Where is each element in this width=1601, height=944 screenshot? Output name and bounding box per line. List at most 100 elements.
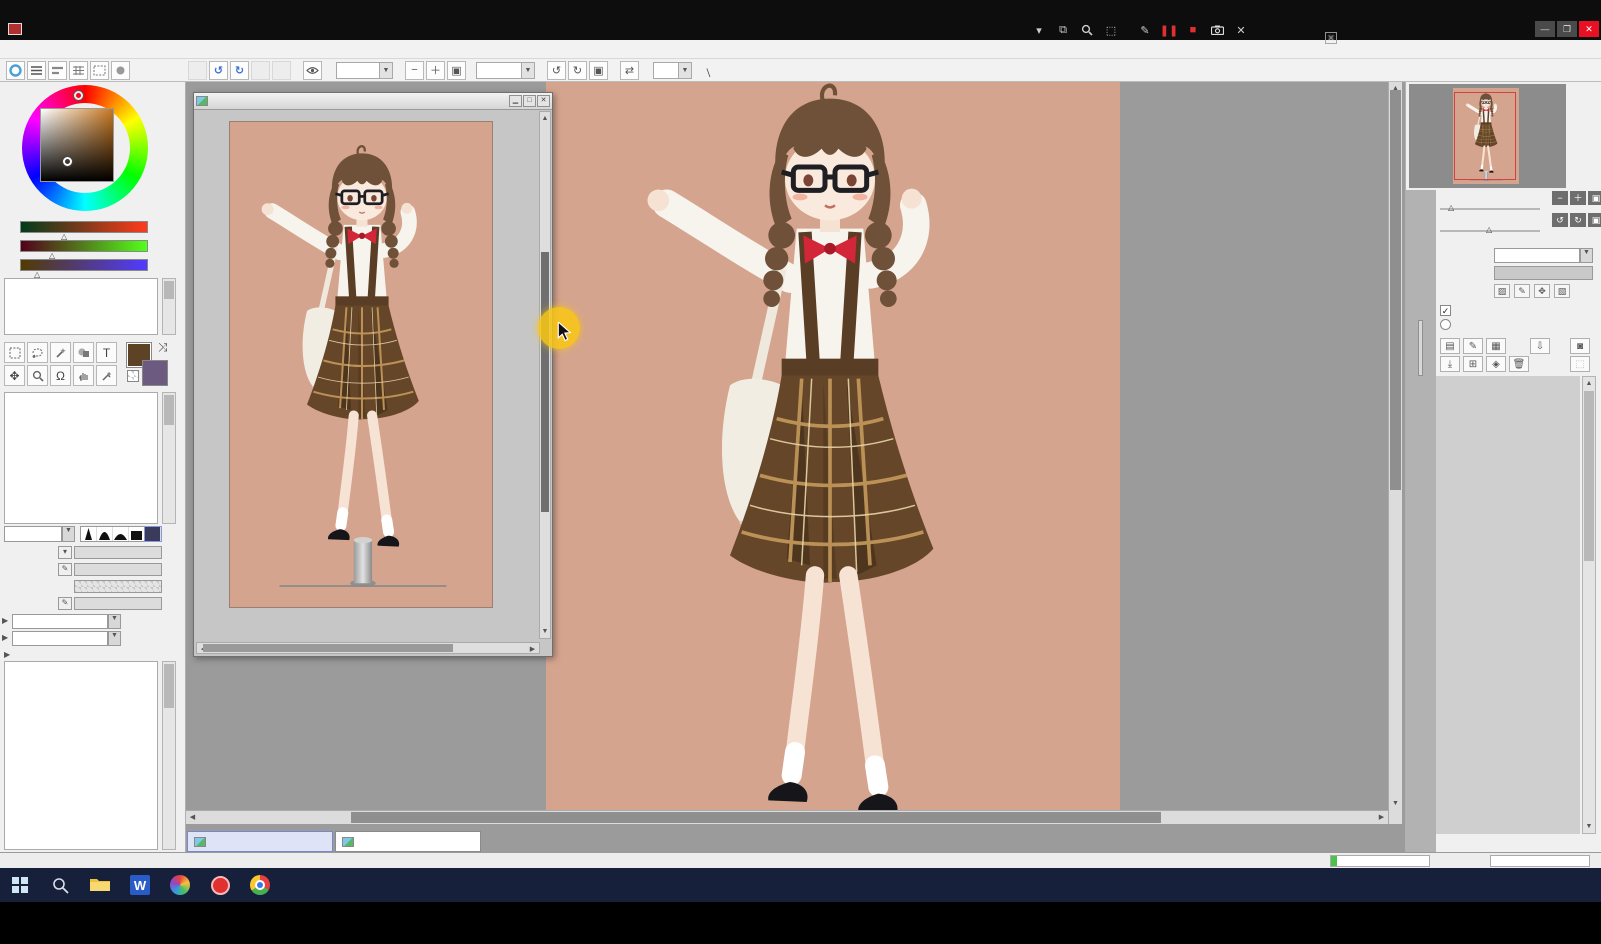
flip-horizontal-icon[interactable]: ⇄	[620, 60, 639, 80]
recorder-zoom-icon[interactable]	[1080, 23, 1094, 37]
nav-rotate-reset-icon[interactable]: ▣	[1588, 213, 1601, 227]
nav-angle-slider[interactable]: △	[1440, 225, 1540, 234]
tip-shape-round[interactable]	[97, 527, 113, 541]
ref-minimize-icon[interactable]: ▁	[509, 95, 522, 107]
nav-zoom-in-icon[interactable]: ＋	[1570, 191, 1586, 205]
recorder-close-icon[interactable]: ✕	[1234, 23, 1248, 37]
layer-blend-mode-select[interactable]	[1494, 248, 1580, 263]
swatches-toggle-icon[interactable]	[69, 60, 88, 80]
ref-maximize-icon[interactable]: □	[523, 95, 536, 107]
sv-handle[interactable]	[63, 157, 72, 166]
secondary-color-chip[interactable]	[142, 360, 168, 386]
min-density-pressure-icon[interactable]: ✎	[58, 597, 72, 610]
recorder-pencil-icon[interactable]: ✎	[1138, 23, 1152, 37]
green-slider[interactable]	[20, 240, 148, 252]
rgb-slider-toggle-icon[interactable]	[27, 60, 46, 80]
lasso-tool-icon[interactable]	[27, 342, 48, 363]
reference-vertical-scrollbar[interactable]: ▲ ▼	[539, 111, 551, 639]
layer-blend-dropdown-icon[interactable]: ▼	[1580, 248, 1593, 263]
selection-source-radio[interactable]	[1440, 319, 1451, 330]
nav-rotate-cw-icon[interactable]: ↻	[1570, 213, 1586, 227]
eyedropper-tool-icon[interactable]	[96, 365, 117, 386]
ref-close-icon[interactable]: ✕	[537, 95, 550, 107]
saturation-value-box[interactable]	[40, 108, 114, 182]
clipping-mask-row[interactable]: ✓	[1440, 303, 1455, 317]
navigator-view-rect[interactable]	[1454, 92, 1516, 180]
lock-transparency-icon[interactable]: ▨	[1494, 284, 1510, 298]
shape-tool-icon[interactable]	[73, 342, 94, 363]
canvas-horizontal-scrollbar[interactable]: ◀ ▶	[186, 810, 1388, 824]
tip-shape-dome[interactable]	[113, 527, 129, 541]
chrome-icon[interactable]	[248, 874, 272, 896]
deselect-icon[interactable]	[251, 60, 270, 80]
color-mixer-toggle-icon[interactable]	[48, 60, 67, 80]
size-scrollbar[interactable]	[162, 661, 176, 850]
brush-size-slider[interactable]	[74, 546, 162, 559]
swatch-scrollbar[interactable]	[162, 278, 176, 335]
palette-extra-icon[interactable]	[111, 60, 130, 80]
selection-preview-icon[interactable]	[303, 60, 322, 80]
main-canvas[interactable]	[546, 82, 1120, 810]
reference-horizontal-scrollbar[interactable]: ◀ ▶	[196, 642, 540, 654]
brush-density-slider[interactable]	[74, 580, 162, 593]
texture-preset-select[interactable]	[12, 631, 108, 646]
tab-reference-jpg[interactable]	[335, 831, 481, 852]
hue-handle[interactable]	[74, 91, 83, 100]
magic-wand-tool-icon[interactable]	[50, 342, 71, 363]
min-density-slider[interactable]	[74, 597, 162, 610]
scratchpad-toggle-icon[interactable]	[90, 60, 109, 80]
tip-shape-spike[interactable]	[81, 527, 97, 541]
w-app-icon[interactable]: W	[128, 874, 152, 896]
nav-zoom-reset-icon[interactable]: ▣	[1588, 191, 1601, 205]
new-folder-icon[interactable]: ▦	[1486, 338, 1506, 354]
tip-shape-selected[interactable]	[144, 526, 162, 542]
angle-dropdown-icon[interactable]: ▼	[522, 61, 535, 79]
texture-preset-dropdown-icon[interactable]: ▼	[108, 631, 121, 646]
watermark-close-icon[interactable]: ✕	[1325, 32, 1337, 44]
recorder-menu-icon[interactable]: ▾	[1032, 23, 1046, 37]
tab-new-canvas[interactable]	[187, 831, 333, 852]
brush-blend-mode-select[interactable]	[4, 526, 62, 542]
transfer-down-icon[interactable]: ⇩	[1530, 338, 1550, 354]
panel-divider-handle[interactable]	[1418, 320, 1423, 376]
nav-rotate-ccw-icon[interactable]: ↺	[1552, 213, 1568, 227]
layer-opacity-slider[interactable]	[1494, 266, 1593, 280]
selection-source-row[interactable]	[1440, 319, 1455, 333]
min-size-slider[interactable]	[74, 563, 162, 576]
color-wheel-toggle-icon[interactable]	[6, 60, 25, 80]
swap-colors-icon[interactable]: ⤨	[158, 340, 168, 355]
zoom-out-icon[interactable]: −	[405, 60, 424, 80]
layer-extra-icon[interactable]: ⬚	[1570, 356, 1590, 372]
zoom-reset-icon[interactable]: ▣	[447, 60, 466, 80]
rect-select-tool-icon[interactable]	[4, 342, 25, 363]
angle-value-field[interactable]	[476, 61, 522, 79]
others-section-header[interactable]: ▶	[4, 648, 10, 660]
reference-image[interactable]	[229, 121, 493, 608]
stabilizer-value-field[interactable]	[653, 61, 679, 79]
nav-zoom-out-icon[interactable]: −	[1552, 191, 1568, 205]
undo-icon[interactable]: ↺	[209, 60, 228, 80]
new-layer-icon[interactable]: ▤	[1440, 338, 1460, 354]
rotate-ccw-icon[interactable]: ↺	[547, 60, 566, 80]
invert-selection-icon[interactable]	[272, 60, 291, 80]
min-size-pressure-icon[interactable]: ✎	[58, 563, 72, 576]
transparent-color-chip[interactable]	[127, 370, 139, 382]
recorder-pause-icon[interactable]: ❚❚	[1160, 23, 1178, 37]
brush-blend-dropdown-icon[interactable]: ▼	[62, 526, 75, 542]
taskbar-search-icon[interactable]	[48, 874, 72, 896]
zoom-tool-icon[interactable]	[27, 365, 48, 386]
merge-visible-icon[interactable]: ⊞	[1463, 356, 1483, 372]
navigator-preview[interactable]	[1409, 84, 1566, 188]
recorder-app-icon[interactable]	[208, 874, 232, 896]
stabilizer-dropdown-icon[interactable]: ▼	[679, 61, 692, 79]
merge-down-icon[interactable]: ⤓	[1440, 356, 1460, 372]
tip-shape-flat[interactable]	[129, 527, 145, 541]
paint-app-icon[interactable]	[168, 874, 192, 896]
delete-layer-icon[interactable]: 🗑	[1509, 356, 1529, 372]
recorder-window-icon[interactable]: ⧉	[1056, 23, 1070, 37]
zoom-dropdown-icon[interactable]: ▼	[380, 61, 393, 79]
clear-layer-icon[interactable]: ◈	[1486, 356, 1506, 372]
new-linework-layer-icon[interactable]: ✎	[1463, 338, 1483, 354]
layer-mask-icon[interactable]: ◙	[1570, 338, 1590, 354]
reference-window-titlebar[interactable]: ▁ □ ✕	[194, 93, 552, 110]
